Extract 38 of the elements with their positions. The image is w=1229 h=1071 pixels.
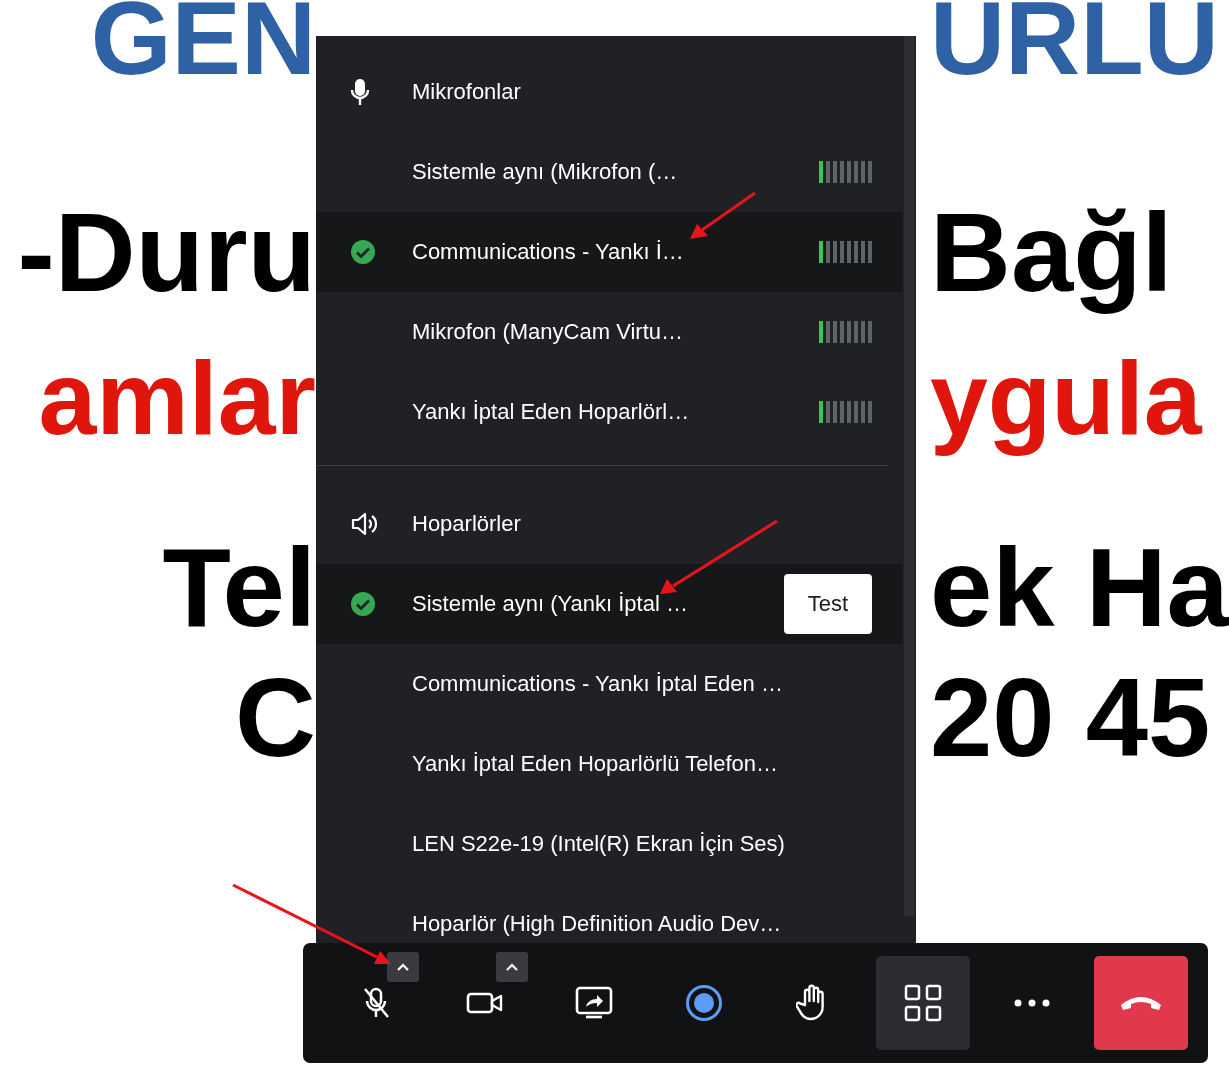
device-option[interactable]: Sistemle aynı (Mikrofon (…	[316, 132, 902, 212]
annotation-arrow	[690, 191, 756, 239]
slide-text: 20 45	[930, 655, 1211, 780]
caret-icon	[505, 962, 520, 972]
test-button[interactable]: Test	[784, 574, 872, 634]
device-option[interactable]: Mikrofon (ManyCam Virtu…	[316, 292, 902, 372]
slide-text: GEN	[90, 0, 316, 98]
check-circle-icon	[350, 591, 376, 617]
device-option[interactable]: Communications - Yankı İptal Eden …	[316, 644, 902, 724]
microphone-icon	[350, 78, 370, 106]
video-camera-icon	[466, 991, 505, 1015]
caret-icon	[396, 962, 410, 972]
slide-text: -Duru	[17, 193, 316, 313]
slide-text: Tel	[162, 528, 316, 648]
check-circle-icon	[350, 239, 376, 265]
grid-icon	[903, 984, 942, 1022]
screen-share-icon	[575, 986, 614, 1020]
record-icon	[684, 984, 723, 1022]
hang-up-icon	[1119, 995, 1164, 1011]
slide-text: Bağl	[930, 190, 1173, 315]
slide-text: C	[235, 658, 316, 778]
device-option[interactable]: LEN S22e-19 (Intel(R) Ekran İçin Ses)	[316, 804, 902, 884]
caret-button[interactable]	[387, 952, 419, 982]
slide-text: amlar	[38, 339, 316, 458]
slide-text: ek Ha	[930, 525, 1229, 650]
device-option[interactable]: Yankı İptal Eden Hoparlörlü Telefon…	[316, 724, 902, 804]
section-title: Mikrofonlar	[412, 79, 522, 105]
more-icon	[1013, 999, 1050, 1007]
device-option[interactable]: Hoparlör (High Definition Audio Dev…	[316, 884, 902, 943]
device-option[interactable]: Communications - Yankı İ…	[316, 212, 902, 292]
scrollbar[interactable]	[904, 36, 914, 916]
caret-button[interactable]	[496, 952, 529, 982]
toolbar-button[interactable]	[875, 956, 970, 1050]
device-option[interactable]: Sistemle aynı (Yankı İptal … Test	[316, 564, 902, 644]
slide-text: ygula	[930, 340, 1202, 456]
section-title: Hoparlörler	[412, 511, 522, 537]
slide-text: URLU	[930, 0, 1219, 96]
device-option[interactable]: Yankı İptal Eden Hoparlörl…	[316, 372, 902, 452]
